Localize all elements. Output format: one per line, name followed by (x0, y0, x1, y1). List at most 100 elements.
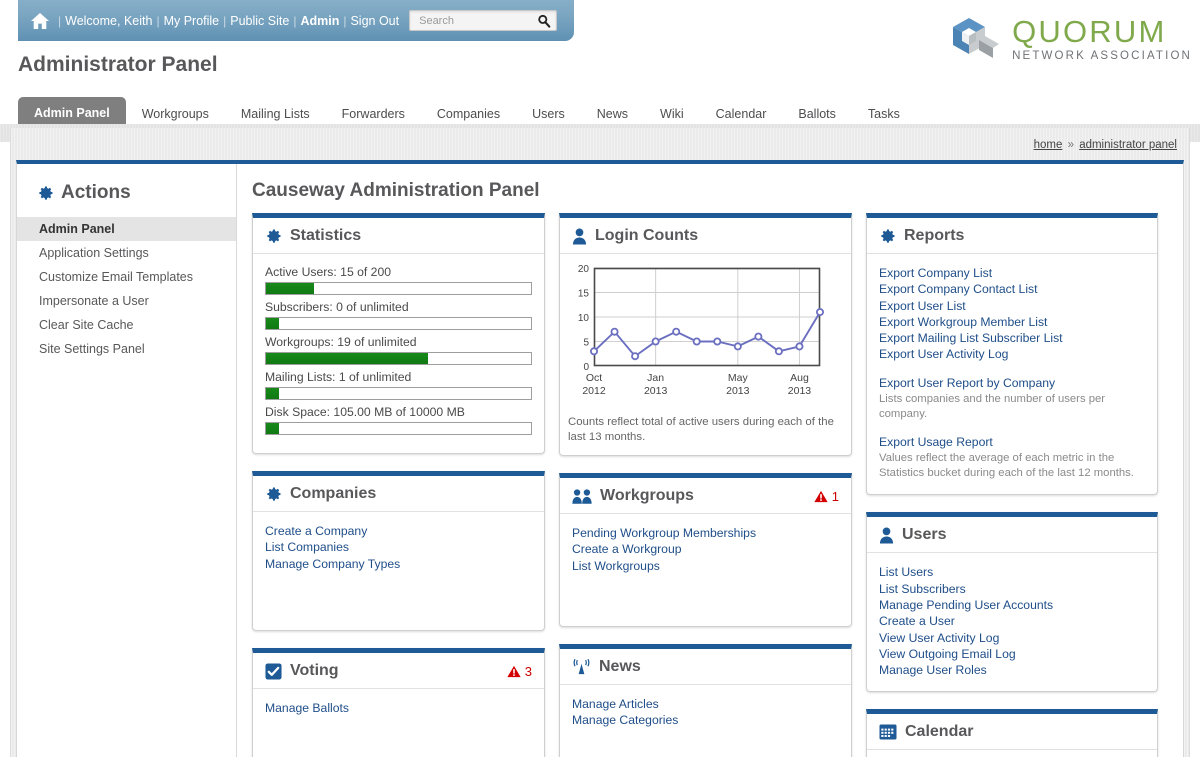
breadcrumb: home » administrator panel (1034, 139, 1177, 151)
reports-card-header: Reports (867, 218, 1157, 254)
top-bar-separator: | (58, 13, 62, 28)
sidebar-item-application-settings[interactable]: Application Settings (17, 241, 236, 265)
search-icon[interactable] (537, 14, 551, 28)
companies-card-header: Companies (253, 476, 544, 512)
users-link-list-users[interactable]: List Users (879, 564, 1145, 580)
export-user-report-by-company-link[interactable]: Export User Report by Company (879, 375, 1145, 391)
gear-icon (879, 228, 896, 245)
sidebar-item-clear-site-cache[interactable]: Clear Site Cache (17, 313, 236, 337)
voting-title: Voting (290, 662, 339, 679)
logo-title: QUORUM (1012, 13, 1167, 49)
reports-link-export-company-contact-list[interactable]: Export Company Contact List (879, 281, 1145, 297)
voting-link-manage-ballots[interactable]: Manage Ballots (265, 700, 532, 716)
my-profile-link[interactable]: My Profile (164, 14, 220, 28)
workgroups-alert-count: 1 (831, 488, 839, 504)
workgroups-card-header: Workgroups 1 (560, 478, 851, 514)
statistic-progress-fill (266, 388, 280, 399)
users-card-header: Users (867, 517, 1157, 554)
column-middle: Login Counts 0 5 10 15 20 Oct 2012 Jan 2013 May 20… (559, 213, 852, 757)
svg-text:Aug: Aug (790, 372, 809, 384)
statistic-progress-fill (266, 353, 428, 364)
news-link-manage-categories[interactable]: Manage Categories (572, 712, 839, 728)
calendar-icon (879, 724, 897, 740)
sidebar-item-admin-panel[interactable]: Admin Panel (17, 217, 236, 241)
statistic-label: Workgroups: 19 of unlimited (265, 335, 417, 349)
login-counts-card-header: Login Counts (560, 218, 851, 254)
breadcrumb-home[interactable]: home (1034, 139, 1063, 151)
sidebar-item-customize-email-templates[interactable]: Customize Email Templates (17, 265, 236, 289)
users-link-list-subscribers[interactable]: List Subscribers (879, 581, 1145, 597)
home-icon[interactable] (30, 12, 50, 30)
reports-card: Reports Export Company List Export Compan… (866, 213, 1158, 496)
breadcrumb-current[interactable]: administrator panel (1079, 139, 1177, 151)
main-panel: Causeway Administration Panel Statistics… (238, 164, 1185, 757)
statistic-row: Mailing Lists: 1 of unlimited (265, 370, 532, 400)
workgroups-link-list: Pending Workgroup Memberships Create a Wo… (560, 514, 851, 626)
brand-logo[interactable]: QUORUM NETWORK ASSOCIATION (949, 14, 1192, 64)
users-link-create-a-user[interactable]: Create a User (879, 613, 1145, 629)
login-counts-line-chart: 05101520Oct2012Jan2013May2013Aug2013 (578, 264, 824, 397)
export-usage-report-link[interactable]: Export Usage Report (879, 434, 1145, 450)
statistic-label: Disk Space: 105.00 MB of 10000 MB (265, 405, 465, 419)
statistics-rows: Active Users: 15 of 200 Subscribers: 0 of… (265, 265, 532, 435)
users-link-view-outgoing-email-log[interactable]: View Outgoing Email Log (879, 646, 1145, 662)
sidebar-item-site-settings-panel[interactable]: Site Settings Panel (17, 337, 236, 361)
sidebar-header: Actions (17, 182, 236, 204)
main-title: Causeway Administration Panel (252, 180, 540, 201)
broadcast-icon (572, 658, 591, 676)
voting-alert-count: 3 (524, 663, 532, 679)
statistic-progress-bar (265, 422, 532, 435)
statistic-progress-fill (266, 318, 280, 329)
report-company-block: Export User Report by Company (879, 375, 1145, 391)
users-card: Users List Users List Subscribers Manage P… (866, 512, 1158, 693)
statistics-card-header: Statistics (253, 218, 544, 254)
workgroups-link-pending-workgroup-memberships[interactable]: Pending Workgroup Memberships (572, 525, 839, 541)
search-box[interactable] (409, 10, 558, 31)
svg-text:2013: 2013 (788, 385, 812, 397)
calendar-card: Calendar (866, 709, 1158, 757)
login-counts-title: Login Counts (595, 227, 699, 244)
reports-link-export-workgroup-member-list[interactable]: Export Workgroup Member List (879, 314, 1145, 330)
svg-text:2013: 2013 (726, 385, 750, 397)
svg-text:2012: 2012 (582, 385, 606, 397)
statistic-progress-fill (266, 283, 314, 294)
workgroups-card: Workgroups 1 Pending Workgroup Membershi… (559, 473, 852, 627)
search-input[interactable] (417, 13, 538, 28)
companies-link-manage-company-types[interactable]: Manage Company Types (265, 556, 532, 572)
admin-link[interactable]: Admin (300, 14, 339, 28)
companies-link-list: Create a Company List Companies Manage Com… (253, 512, 544, 630)
gear-icon (265, 486, 282, 503)
statistic-progress-bar (265, 387, 532, 400)
welcome-link[interactable]: Welcome, Keith (65, 14, 152, 28)
companies-link-list-companies[interactable]: List Companies (265, 539, 532, 555)
statistics-body: Active Users: 15 of 200 Subscribers: 0 of… (253, 254, 544, 453)
workgroups-link-create-a-workgroup[interactable]: Create a Workgroup (572, 541, 839, 557)
top-bar: | Welcome, Keith | My Profile | Public S… (18, 0, 574, 41)
news-card: News Manage Articles Manage Categories (559, 644, 852, 757)
login-counts-chart: 0 5 10 15 20 Oct 2012 Jan 2013 May 2013 Aug 2013 (568, 262, 841, 409)
statistic-row: Disk Space: 105.00 MB of 10000 MB (265, 405, 532, 435)
reports-link-export-user-list[interactable]: Export User List (879, 298, 1145, 314)
workgroups-link-list-workgroups[interactable]: List Workgroups (572, 558, 839, 574)
reports-link-export-user-activity-log[interactable]: Export User Activity Log (879, 346, 1145, 362)
users-link-manage-pending-user-accounts[interactable]: Manage Pending User Accounts (879, 597, 1145, 613)
reports-body: Export Company List Export Company Contac… (867, 254, 1157, 494)
news-link-manage-articles[interactable]: Manage Articles (572, 696, 839, 712)
logo-subtitle: NETWORK ASSOCIATION (1012, 49, 1192, 62)
reports-link-export-company-list[interactable]: Export Company List (879, 265, 1145, 281)
companies-link-create-a-company[interactable]: Create a Company (265, 523, 532, 539)
users-link-list: List Users List Subscribers Manage Pending… (867, 553, 1157, 691)
column-right: Reports Export Company List Export Compan… (866, 213, 1158, 757)
sign-out-link[interactable]: Sign Out (350, 14, 399, 28)
users-link-view-user-activity-log[interactable]: View User Activity Log (879, 630, 1145, 646)
users-link-manage-user-roles[interactable]: Manage User Roles (879, 662, 1145, 678)
sidebar-item-impersonate-a-user[interactable]: Impersonate a User (17, 289, 236, 313)
public-site-link[interactable]: Public Site (230, 14, 289, 28)
workgroups-title: Workgroups (600, 487, 694, 504)
people-icon (572, 488, 592, 505)
gear-icon (39, 186, 53, 200)
reports-link-export-mailing-list-subscriber-list[interactable]: Export Mailing List Subscriber List (879, 330, 1145, 346)
statistic-progress-bar (265, 317, 532, 330)
reports-link-list: Export Company List Export Company Contac… (879, 265, 1145, 363)
top-bar-separator: | (223, 13, 227, 28)
